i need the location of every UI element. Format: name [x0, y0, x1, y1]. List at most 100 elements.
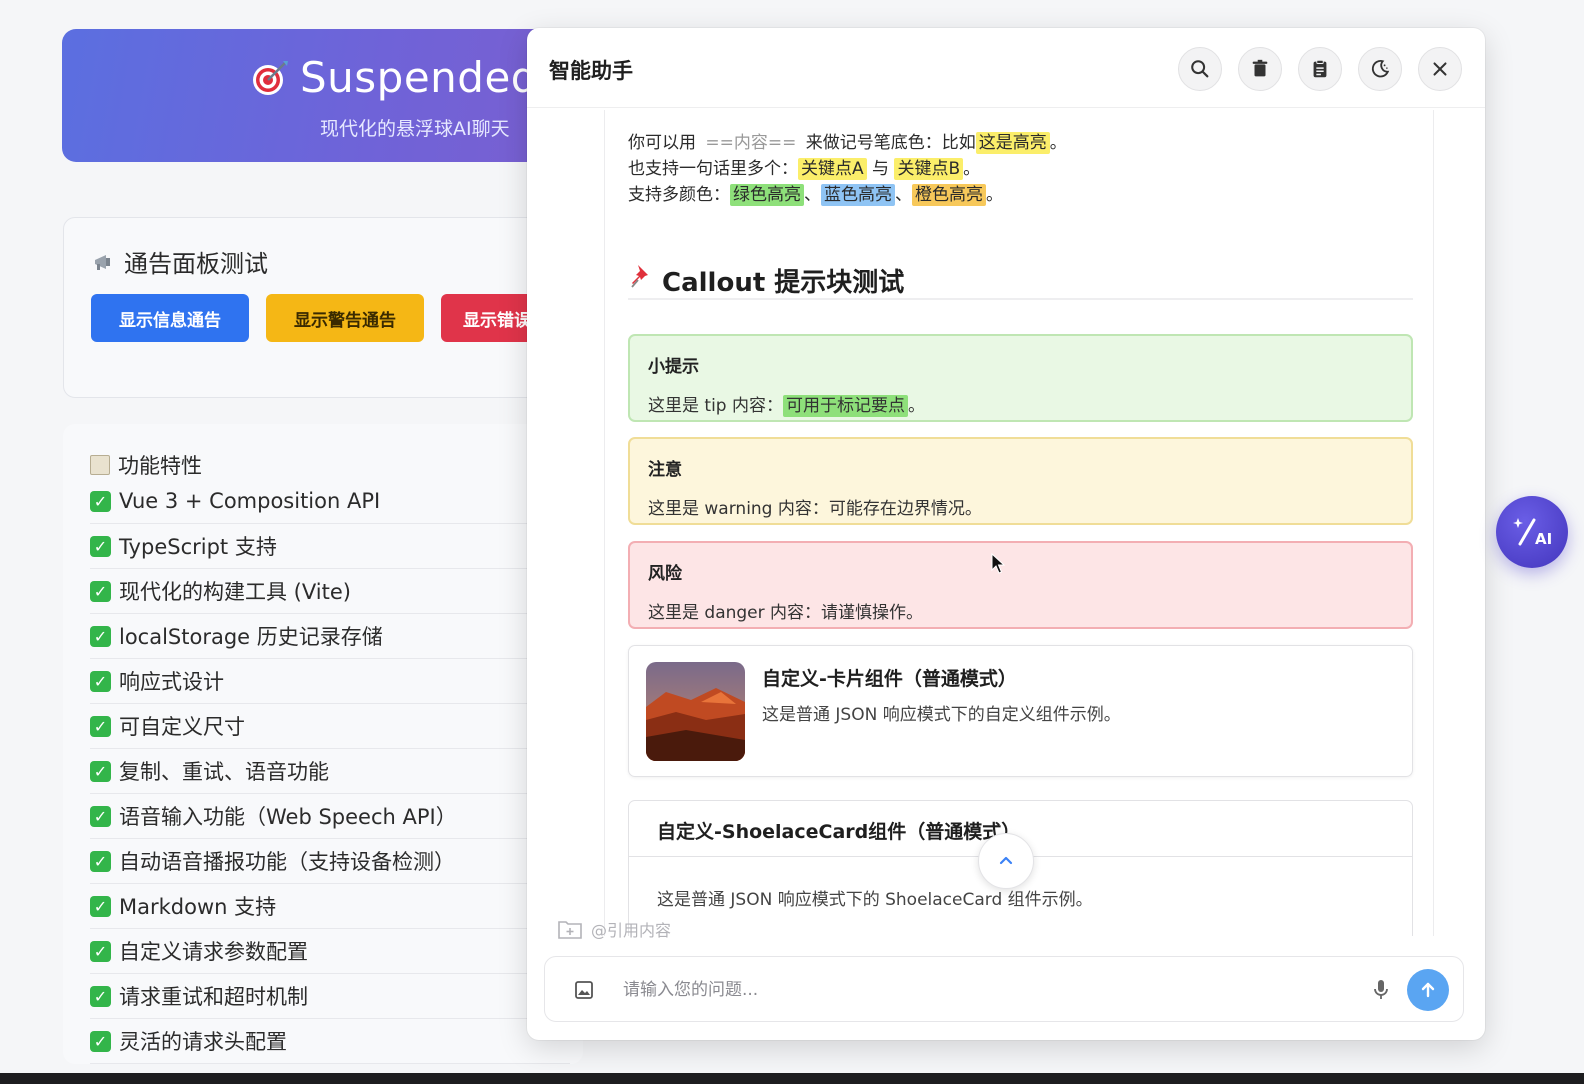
microphone-icon — [1374, 980, 1388, 999]
notice-panel-card: 通告面板测试 显示信息通告 显示警告通告 显示错误通告 — [63, 217, 583, 398]
check-icon: ✓ — [90, 895, 111, 917]
card-title: 自定义-卡片组件（普通模式） — [762, 668, 1017, 690]
quote-content-button[interactable]: @引用内容 — [557, 917, 671, 941]
bottom-bar — [0, 1073, 1584, 1084]
features-card: 功能特性 ✓ Vue 3 + Composition API ✓ TypeScrip… — [63, 424, 583, 1064]
upload-image-button[interactable] — [565, 971, 603, 1009]
list-item: ✓ 自定义请求参数配置 — [90, 929, 570, 974]
callout-tip-title: 小提示 — [648, 357, 699, 377]
pushpin-icon — [631, 265, 648, 288]
list-item: ✓ localStorage 历史记录存储 — [90, 614, 570, 659]
chat-input[interactable] — [623, 973, 1343, 1007]
check-icon: ✓ — [90, 625, 111, 647]
ai-magic-icon: AI — [1513, 518, 1552, 548]
custom-card[interactable]: 自定义-卡片组件（普通模式） 这是普通 JSON 响应模式下的自定义组件示例。 — [628, 645, 1413, 777]
chat-messages[interactable]: 你可以用 ==内容== 来做记号笔底色：比如 这是高亮。 也支持一句话里多个： 关键… — [604, 110, 1434, 936]
callout-warning-body: 这里是 warning 内容：可能存在边界情况。 — [648, 499, 982, 519]
list-item: ✓ 现代化的构建工具 (Vite) — [90, 569, 570, 614]
clear-history-button[interactable] — [1238, 47, 1282, 91]
arrow-up-icon — [1421, 982, 1435, 998]
list-item: ✓ 语音输入功能（Web Speech API） — [90, 794, 570, 839]
check-icon: ✓ — [90, 535, 111, 557]
list-item: ✓ Vue 3 + Composition API — [90, 479, 570, 524]
scroll-to-top-button[interactable] — [978, 833, 1034, 889]
check-icon: ✓ — [90, 670, 111, 692]
check-icon: ✓ — [90, 940, 111, 962]
check-icon: ✓ — [90, 715, 111, 737]
chat-input-box — [544, 956, 1464, 1022]
list-item: ✓ 请求重试和超时机制 — [90, 974, 570, 1019]
moon-icon — [1371, 60, 1390, 78]
check-icon: ✓ — [90, 985, 111, 1007]
hero-banner: Suspended 现代化的悬浮球AI聊天 — [62, 29, 582, 162]
features-list: ✓ Vue 3 + Composition API ✓ TypeScript 支持 … — [90, 479, 570, 1064]
list-item: ✓ 响应式设计 — [90, 659, 570, 704]
callout-heading: Callout 提示块测试 — [628, 262, 1413, 300]
check-icon: ✓ — [90, 760, 111, 782]
check-icon: ✓ — [90, 490, 111, 512]
hero-subtitle: 现代化的悬浮球AI聊天 — [320, 118, 510, 140]
memo-icon — [90, 455, 110, 475]
clipboard-button[interactable] — [1298, 47, 1342, 91]
search-button[interactable] — [1178, 47, 1222, 91]
callout-warning-title: 注意 — [648, 460, 682, 480]
search-icon — [1191, 60, 1209, 78]
callout-tip: 小提示 这里是 tip 内容： 可用于标记要点。 — [628, 334, 1413, 422]
highlight-demo: 你可以用 ==内容== 来做记号笔底色：比如 这是高亮。 也支持一句话里多个： 关键… — [628, 130, 1067, 208]
callout-tip-body: 这里是 tip 内容： 可用于标记要点。 — [648, 395, 925, 417]
inline-code: ==内容== — [705, 133, 797, 153]
send-button[interactable] — [1407, 969, 1449, 1011]
card-description: 这是普通 JSON 响应模式下的自定义组件示例。 — [762, 705, 1121, 725]
megaphone-icon — [95, 254, 110, 270]
highlight-mark-green: 绿色高亮 — [730, 184, 804, 206]
list-item: ✓ Markdown 支持 — [90, 884, 570, 929]
callout-warning: 注意 这里是 warning 内容：可能存在边界情况。 — [628, 437, 1413, 525]
folder-plus-icon — [558, 921, 582, 939]
notice-panel-title: 通告面板测试 — [92, 244, 268, 279]
highlight-line-1: 你可以用 ==内容== 来做记号笔底色：比如 这是高亮。 — [628, 132, 1067, 154]
show-warning-notice-button[interactable]: 显示警告通告 — [266, 294, 424, 342]
callout-danger-body: 这里是 danger 内容：请谨慎操作。 — [648, 603, 924, 623]
close-icon — [1433, 62, 1447, 76]
highlight-mark: 这是高亮 — [975, 132, 1050, 154]
highlight-mark-green: 可用于标记要点 — [783, 395, 908, 417]
landscape-image — [646, 662, 745, 761]
ai-floating-ball[interactable]: AI — [1496, 496, 1568, 568]
check-icon: ✓ — [90, 805, 111, 827]
highlight-line-2: 也支持一句话里多个： 关键点A 与 关键点B。 — [628, 158, 981, 180]
assistant-title: 智能助手 — [549, 59, 633, 83]
callout-danger: 风险 这里是 danger 内容：请谨慎操作。 — [628, 541, 1413, 629]
assistant-header: 智能助手 — [527, 28, 1485, 108]
features-heading: 功能特性 — [90, 450, 202, 480]
highlight-line-3: 支持多颜色： 绿色高亮、蓝色高亮、橙色高亮。 — [628, 184, 1003, 206]
ai-label: AI — [1535, 530, 1552, 548]
callout-danger-title: 风险 — [648, 564, 682, 584]
highlight-mark: 关键点A — [798, 158, 867, 180]
list-item: ✓ 灵活的请求头配置 — [90, 1019, 570, 1064]
chevron-up-icon — [999, 856, 1013, 865]
hero-title: Suspended — [250, 53, 538, 102]
mouse-cursor-icon — [991, 553, 1005, 574]
card-thumbnail — [646, 662, 745, 761]
highlight-mark-blue: 蓝色高亮 — [821, 184, 895, 206]
list-item: ✓ 可自定义尺寸 — [90, 704, 570, 749]
hero-title-text: Suspended — [300, 53, 538, 102]
trash-icon — [1252, 59, 1268, 77]
close-button[interactable] — [1418, 47, 1462, 91]
voice-input-button[interactable] — [1363, 972, 1399, 1008]
show-info-notice-button[interactable]: 显示信息通告 — [91, 294, 249, 342]
shoelace-card-description: 这是普通 JSON 响应模式下的 ShoelaceCard 组件示例。 — [657, 890, 1093, 910]
check-icon: ✓ — [90, 1030, 111, 1052]
clipboard-icon — [1313, 59, 1327, 78]
image-icon — [575, 981, 593, 999]
check-icon: ✓ — [90, 850, 111, 872]
target-icon — [253, 60, 288, 95]
check-icon: ✓ — [90, 580, 111, 602]
assistant-panel: 智能助手 你可以用 ==内容== 来做记号笔底色：比如 这是高亮。 也支持一句话里… — [527, 28, 1485, 1040]
list-item: ✓ TypeScript 支持 — [90, 524, 570, 569]
theme-toggle-button[interactable] — [1358, 47, 1402, 91]
list-item: ✓ 自动语音播报功能（支持设备检测） — [90, 839, 570, 884]
highlight-mark-orange: 橙色高亮 — [912, 184, 986, 206]
highlight-mark: 关键点B — [894, 158, 964, 180]
list-item: ✓ 复制、重试、语音功能 — [90, 749, 570, 794]
